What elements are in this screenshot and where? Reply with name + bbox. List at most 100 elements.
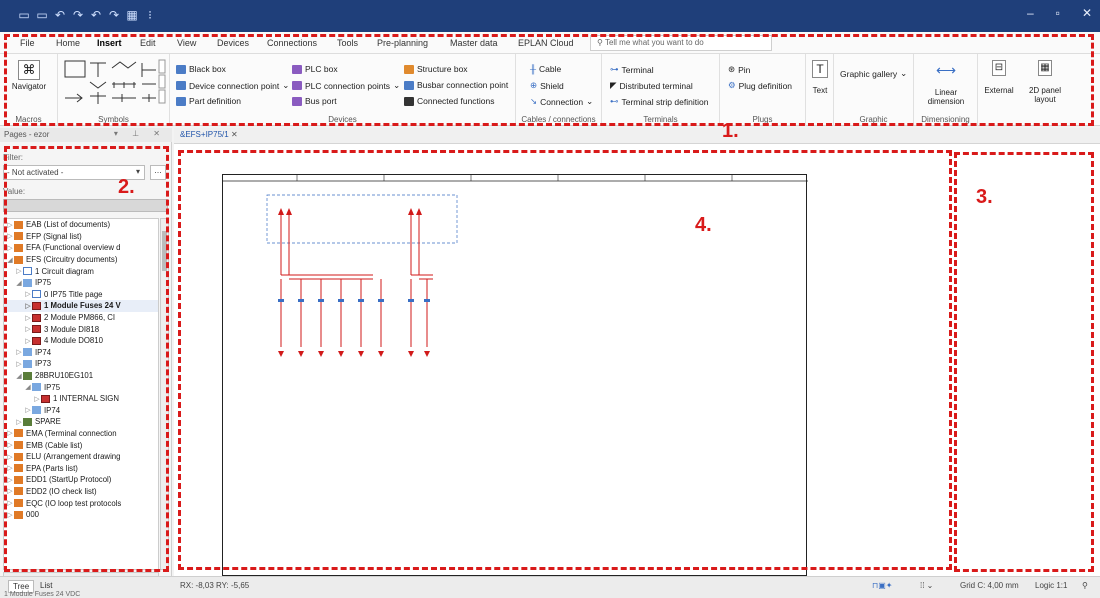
- tree-item[interactable]: ▷ 2 Module PM866, CI: [4, 312, 158, 324]
- expand-arrow-icon[interactable]: ▷: [24, 302, 32, 310]
- expand-arrow-icon[interactable]: ▷: [15, 348, 23, 356]
- expand-arrow-icon[interactable]: ▷: [6, 441, 14, 449]
- expand-arrow-icon[interactable]: ▷: [24, 337, 32, 345]
- tree-item[interactable]: ◢ EFS (Circuitry documents): [4, 254, 158, 266]
- tab-master-data[interactable]: Master data: [450, 38, 498, 48]
- collapse-arrow-icon[interactable]: ◢: [6, 256, 14, 264]
- collapse-arrow-icon[interactable]: ◢: [24, 383, 32, 391]
- tab-insert[interactable]: Insert: [97, 38, 122, 48]
- minimize-icon[interactable]: –: [1027, 6, 1034, 20]
- expand-arrow-icon[interactable]: ▷: [6, 429, 14, 437]
- tree-vertical-scrollbar[interactable]: [160, 218, 169, 570]
- plc-connection-points-button[interactable]: PLC connection points ⌄: [292, 80, 400, 91]
- tab-file[interactable]: File: [20, 38, 35, 48]
- tree-item[interactable]: ▷ EPA (Parts list): [4, 462, 158, 474]
- value-field[interactable]: [3, 199, 168, 212]
- expand-arrow-icon[interactable]: ▷: [6, 453, 14, 461]
- plug-definition-button[interactable]: ⚙ Plug definition: [728, 80, 792, 91]
- expand-arrow-icon[interactable]: ▷: [6, 511, 14, 519]
- tree-item[interactable]: ▷ EAB (List of documents): [4, 219, 158, 231]
- expand-arrow-icon[interactable]: ▷: [6, 244, 14, 252]
- tree-item[interactable]: ▷ 1 Circuit diagram: [4, 265, 158, 277]
- tab-tools[interactable]: Tools: [337, 38, 358, 48]
- tree-item[interactable]: ▷ SPARE: [4, 416, 158, 428]
- tree-item[interactable]: ▷ 0 IP75 Title page: [4, 289, 158, 301]
- panel-layout-button[interactable]: ▦ 2D panel layout: [1018, 60, 1072, 104]
- tab-document[interactable]: &EFS+IP75/1 ✕: [180, 130, 238, 139]
- terminal-button[interactable]: ⊶ Terminal: [610, 64, 654, 75]
- tab-view[interactable]: View: [177, 38, 196, 48]
- redo-icon[interactable]: ↷: [72, 8, 84, 22]
- pin-button[interactable]: ⊛ Pin: [728, 64, 750, 75]
- tree-item[interactable]: ◢ IP75: [4, 381, 158, 393]
- tree-item[interactable]: ▷ 4 Module DO810: [4, 335, 158, 347]
- shield-button[interactable]: ⊕ Shield: [530, 80, 564, 91]
- device-connection-point-button[interactable]: Device connection point ⌄: [176, 80, 289, 91]
- expand-arrow-icon[interactable]: ▷: [24, 314, 32, 322]
- customize-qat-icon[interactable]: ⁝: [144, 8, 156, 22]
- snap-icon[interactable]: ⊓▣✦: [872, 581, 893, 590]
- tab-pre-planning[interactable]: Pre-planning: [377, 38, 428, 48]
- tree-item[interactable]: ▷ IP74: [4, 405, 158, 417]
- expand-arrow-icon[interactable]: ▷: [6, 232, 14, 240]
- tree-item[interactable]: ▷ EDD2 (IO check list): [4, 486, 158, 498]
- tree-item[interactable]: ◢ 28BRU10EG101: [4, 370, 158, 382]
- plc-box-button[interactable]: PLC box: [292, 64, 338, 74]
- redo-history-icon[interactable]: ↷: [108, 8, 120, 22]
- tree-item[interactable]: ▷ EQC (IO loop test protocols: [4, 497, 158, 509]
- tab-eplan-cloud[interactable]: EPLAN Cloud: [518, 38, 574, 48]
- tree-item[interactable]: ▷ ELU (Arrangement drawing: [4, 451, 158, 463]
- close-tab-icon[interactable]: ✕: [231, 130, 238, 139]
- tree-item[interactable]: ▷ EMB (Cable list): [4, 439, 158, 451]
- layout-icon[interactable]: ▦: [126, 8, 138, 22]
- expand-arrow-icon[interactable]: ▷: [6, 221, 14, 229]
- expand-arrow-icon[interactable]: ▷: [15, 360, 23, 368]
- connected-functions-button[interactable]: Connected functions: [404, 96, 495, 106]
- expand-arrow-icon[interactable]: ▷: [24, 406, 32, 414]
- expand-arrow-icon[interactable]: ▷: [6, 499, 14, 507]
- part-definition-button[interactable]: Part definition: [176, 96, 241, 106]
- expand-arrow-icon[interactable]: ▷: [24, 290, 32, 298]
- bus-port-button[interactable]: Bus port: [292, 96, 337, 106]
- tab-home[interactable]: Home: [56, 38, 80, 48]
- graphic-gallery-button[interactable]: Graphic gallery ⌄: [840, 68, 907, 79]
- tree-item[interactable]: ▷ IP73: [4, 358, 158, 370]
- tell-me-search[interactable]: ⚲ Tell me what you want to do: [590, 35, 772, 51]
- symbols-gallery[interactable]: [62, 58, 166, 110]
- expand-arrow-icon[interactable]: ▷: [33, 395, 41, 403]
- collapse-arrow-icon[interactable]: ◢: [15, 279, 23, 287]
- tree-item[interactable]: ▷ 1 INTERNAL SIGN: [4, 393, 158, 405]
- tree-item[interactable]: ▷ EMA (Terminal connection: [4, 428, 158, 440]
- close-icon[interactable]: ✕: [1082, 6, 1092, 20]
- tab-list[interactable]: List: [36, 580, 56, 591]
- tab-connections[interactable]: Connections: [267, 38, 317, 48]
- tree-item[interactable]: ▷ 1 Module Fuses 24 V: [4, 300, 158, 312]
- busbar-connection-point-button[interactable]: Busbar connection point: [404, 80, 508, 90]
- structure-box-button[interactable]: Structure box: [404, 64, 468, 74]
- undo-icon[interactable]: ↶: [54, 8, 66, 22]
- tree-item[interactable]: ▷ 000: [4, 509, 158, 521]
- tree-item[interactable]: ▷ EDD1 (StartUp Protocol): [4, 474, 158, 486]
- tree-item[interactable]: ◢ IP75: [4, 277, 158, 289]
- grid-icon[interactable]: ⁞⁞ ⌄: [920, 581, 933, 590]
- expand-arrow-icon[interactable]: ▷: [24, 325, 32, 333]
- terminal-strip-definition-button[interactable]: ⊷ Terminal strip definition: [610, 96, 708, 107]
- expand-arrow-icon[interactable]: ▷: [15, 267, 23, 275]
- filter-options-button[interactable]: …: [150, 165, 166, 180]
- cable-button[interactable]: ╫ Cable: [530, 64, 561, 74]
- distributed-terminal-button[interactable]: ◤ Distributed terminal: [610, 80, 693, 91]
- new-project-icon[interactable]: ▭: [18, 8, 30, 22]
- expand-arrow-icon[interactable]: ▷: [6, 487, 14, 495]
- linear-dimension-button[interactable]: ⟷ Linear dimension: [922, 62, 970, 106]
- maximize-icon[interactable]: ▫: [1056, 6, 1060, 20]
- expand-arrow-icon[interactable]: ▷: [6, 464, 14, 472]
- tree-item[interactable]: ▷ IP74: [4, 347, 158, 359]
- schematic-sheet[interactable]: [222, 174, 808, 576]
- external-button[interactable]: ⊟ External: [982, 60, 1016, 95]
- open-project-icon[interactable]: ▭: [36, 8, 48, 22]
- expand-arrow-icon[interactable]: ▷: [15, 418, 23, 426]
- scroll-thumb[interactable]: [162, 231, 167, 271]
- tree-item[interactable]: ▷ EFP (Signal list): [4, 231, 158, 243]
- connection-button[interactable]: ↘ Connection ⌄: [530, 96, 593, 107]
- zoom-icon[interactable]: ⚲: [1082, 581, 1088, 590]
